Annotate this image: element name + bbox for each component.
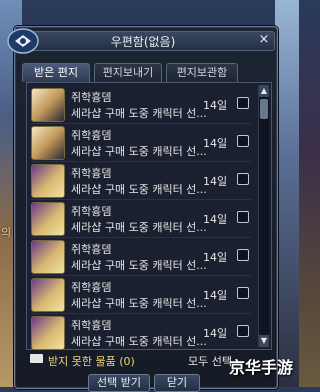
watermark-text: 京华手游	[228, 358, 293, 377]
mail-row[interactable]: 쥐학흉뎀 세라샵 구매 도중 캐릭터 선... 14일	[31, 199, 251, 238]
mail-date: 14일	[203, 137, 228, 150]
pouch-icon	[31, 316, 65, 350]
mail-subject: 세라샵 구매 도중 캐릭터 선...	[71, 335, 207, 348]
mail-list: 쥐학흉뎀 세라샵 구매 도중 캐릭터 선... 14일 쥐학흉뎀 세라샵 구매 …	[26, 82, 272, 350]
mail-subject: 세라샵 구매 도중 캐릭터 선...	[71, 259, 207, 272]
mail-row[interactable]: 쥐학흉뎀 세라샵 구매 도중 캐릭터 선... 14일	[31, 161, 251, 200]
mail-sender: 쥐학흉뎀	[71, 91, 112, 104]
mail-sender: 쥐학흉뎀	[71, 243, 112, 256]
mail-select-checkbox[interactable]	[237, 173, 249, 185]
mail-select-checkbox[interactable]	[237, 325, 249, 337]
mail-select-checkbox[interactable]	[237, 97, 249, 109]
mailbox-logo-icon	[7, 28, 39, 54]
mail-select-checkbox[interactable]	[237, 135, 249, 147]
pouch-icon	[31, 164, 65, 198]
background-right-panel	[275, 0, 299, 387]
mail-row[interactable]: 쥐학흉뎀 세라샵 구매 도중 캐릭터 선... 14일	[31, 123, 251, 162]
mail-select-checkbox[interactable]	[237, 249, 249, 261]
mail-row[interactable]: 쥐학흉뎀 세라샵 구매 도중 캐릭터 선... 14일	[31, 275, 251, 314]
mail-subject: 세라샵 구매 도중 캐릭터 선...	[71, 221, 207, 234]
mail-sender: 쥐학흉뎀	[71, 319, 112, 332]
mail-sender: 쥐학흉뎀	[71, 205, 112, 218]
mail-sender: 쥐학흉뎀	[71, 129, 112, 142]
pouch-icon	[31, 278, 65, 312]
pouch-icon	[31, 202, 65, 236]
tab-inbox[interactable]: 받은 편지	[22, 63, 90, 82]
mail-subject: 세라샵 구매 도중 캐릭터 선...	[71, 145, 207, 158]
envelope-icon	[30, 354, 43, 363]
mail-row[interactable]: 쥐학흉뎀 세라샵 구매 도중 캐릭터 선... 14일	[31, 85, 251, 124]
mail-row[interactable]: 쥐학흉뎀 세라샵 구매 도중 캐릭터 선... 14일	[31, 237, 251, 276]
mail-select-checkbox[interactable]	[237, 211, 249, 223]
scroll-down-icon[interactable]: ▼	[259, 335, 269, 347]
tab-send-mail[interactable]: 편지보내기	[94, 63, 162, 82]
close-button[interactable]: 닫기	[154, 374, 200, 392]
mail-subject: 세라샵 구매 도중 캐릭터 선...	[71, 297, 207, 310]
mail-date: 14일	[203, 99, 228, 112]
mail-subject: 세라샵 구매 도중 캐릭터 선...	[71, 107, 207, 120]
window-title: 우편함(없음)	[110, 35, 176, 49]
mail-list-scrollbar[interactable]: ▲ ▼	[258, 85, 269, 347]
mail-date: 14일	[203, 213, 228, 226]
pouch-icon	[31, 240, 65, 274]
mail-date: 14일	[203, 175, 228, 188]
mail-subject: 세라샵 구매 도중 캐릭터 선...	[71, 183, 207, 196]
tab-mail-storage[interactable]: 편지보관함	[166, 63, 238, 82]
mail-sender: 쥐학흉뎀	[71, 167, 112, 180]
close-icon[interactable]: ×	[257, 33, 271, 47]
select-all-label[interactable]: 모두 선택	[188, 353, 232, 369]
unreceived-items-label: 받지 못한 물품 (0)	[48, 355, 135, 368]
mail-date: 14일	[203, 327, 228, 340]
title-bar[interactable]: 우편함(없음) ×	[31, 31, 275, 51]
sword-icon	[31, 126, 65, 160]
mail-sender: 쥐학흉뎀	[71, 281, 112, 294]
scroll-thumb[interactable]	[260, 99, 268, 119]
mail-select-checkbox[interactable]	[237, 287, 249, 299]
mail-date: 14일	[203, 289, 228, 302]
scroll-up-icon[interactable]: ▲	[259, 85, 269, 97]
mail-date: 14일	[203, 251, 228, 264]
sword-icon	[31, 88, 65, 122]
mail-row[interactable]: 쥐학흉뎀 세라샵 구매 도중 캐릭터 선... 14일	[31, 313, 251, 351]
receive-selected-button[interactable]: 선택 받기	[88, 374, 150, 392]
